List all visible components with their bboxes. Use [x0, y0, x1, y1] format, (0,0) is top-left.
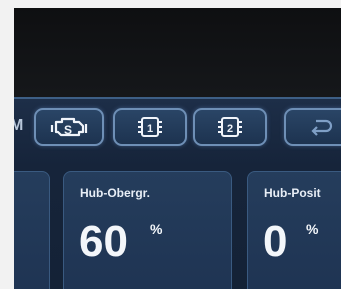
- value-cards: Hub-Obergr. 60 % Hub-Posit 0 %: [14, 163, 341, 289]
- card-unit: %: [306, 221, 319, 237]
- chip-1-icon: 1: [135, 114, 165, 140]
- engine-s-button[interactable]: S: [34, 108, 104, 146]
- card-unit: %: [150, 221, 163, 237]
- chip-1-glyph: 1: [147, 123, 153, 135]
- engine-s-icon: S: [49, 114, 89, 140]
- toolbar: M S 1 2: [14, 99, 341, 163]
- chip-2-button[interactable]: 2: [193, 108, 267, 146]
- chip-2-glyph: 2: [227, 123, 233, 135]
- card-title: Hub-Obergr.: [80, 186, 151, 200]
- device-bezel: M S 1 2 Hub-Obergr. 60 % Hub-Posit 0 %: [14, 8, 341, 289]
- card-value: 0: [263, 217, 288, 266]
- value-card-hub-obergrenze[interactable]: Hub-Obergr. 60 %: [63, 171, 232, 289]
- value-card-hub-position[interactable]: Hub-Posit 0 %: [247, 171, 341, 289]
- value-card-left[interactable]: [14, 171, 50, 289]
- chip-1-button[interactable]: 1: [113, 108, 187, 146]
- back-button[interactable]: [284, 108, 341, 146]
- card-value: 60: [79, 217, 128, 266]
- display-screen: M S 1 2 Hub-Obergr. 60 % Hub-Posit 0 %: [14, 97, 341, 289]
- back-arrow-icon: [306, 117, 336, 137]
- card-title: Hub-Posit: [264, 186, 321, 200]
- engine-glyph: S: [64, 123, 72, 137]
- chip-2-icon: 2: [215, 114, 245, 140]
- mode-label: M: [14, 117, 24, 134]
